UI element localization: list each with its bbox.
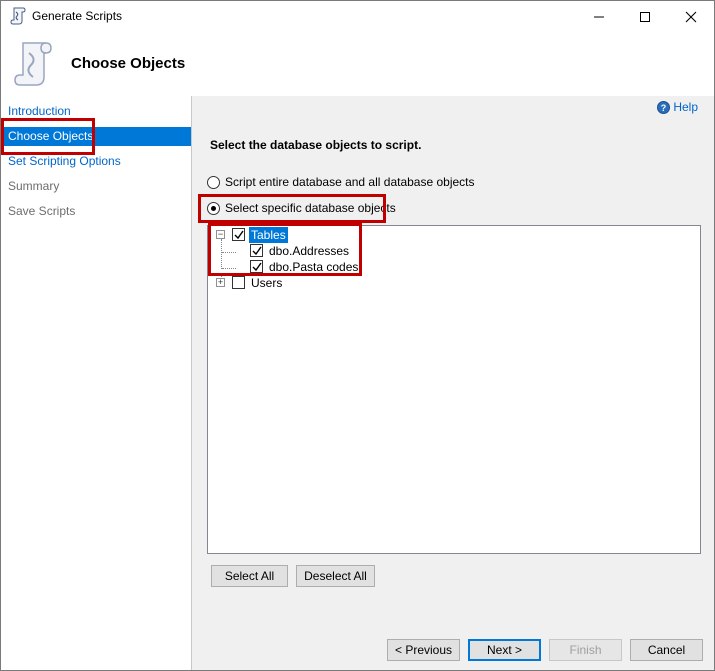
users-checkbox[interactable] xyxy=(232,276,245,289)
tree-node-label[interactable]: Tables xyxy=(249,227,288,243)
maximize-button[interactable] xyxy=(622,1,668,32)
tree-node-label[interactable]: Users xyxy=(251,275,282,291)
tree-node-dbo-pasta-codes[interactable]: dbo.Pasta codes xyxy=(208,259,368,275)
page-title: Choose Objects xyxy=(71,55,186,72)
wizard-header: Choose Objects xyxy=(1,32,714,96)
addresses-checkbox[interactable] xyxy=(250,244,263,257)
option-label: Script entire database and all database … xyxy=(225,175,475,189)
wizard-nav: Introduction Choose Objects Set Scriptin… xyxy=(1,96,192,670)
next-button[interactable]: Next > xyxy=(468,639,541,661)
object-tree[interactable]: − Tables dbo.Addresses dbo.Pasta codes +… xyxy=(207,225,701,554)
help-label: Help xyxy=(673,100,698,114)
finish-button: Finish xyxy=(549,639,622,661)
maximize-icon xyxy=(640,12,650,22)
nav-item-introduction[interactable]: Introduction xyxy=(1,102,191,121)
deselect-all-button[interactable]: Deselect All xyxy=(296,565,375,587)
pasta-codes-checkbox[interactable] xyxy=(250,260,263,273)
collapse-icon[interactable]: − xyxy=(216,230,225,239)
nav-item-choose-objects[interactable]: Choose Objects xyxy=(1,127,191,146)
expand-icon[interactable]: + xyxy=(216,278,225,287)
window-title: Generate Scripts xyxy=(32,9,123,23)
title-bar: Generate Scripts xyxy=(1,1,714,32)
nav-item-set-scripting-options[interactable]: Set Scripting Options xyxy=(1,152,191,171)
instructions-text: Select the database objects to script. xyxy=(210,138,422,152)
cancel-button[interactable]: Cancel xyxy=(630,639,703,661)
svg-text:?: ? xyxy=(661,103,667,113)
tree-node-label[interactable]: dbo.Pasta codes xyxy=(269,259,358,275)
previous-button[interactable]: < Previous xyxy=(387,639,460,661)
nav-item-save-scripts: Save Scripts xyxy=(8,204,76,218)
tree-node-users[interactable]: + Users xyxy=(208,275,348,291)
help-link[interactable]: ? Help xyxy=(657,100,698,115)
radio-button[interactable] xyxy=(207,176,220,189)
tables-checkbox[interactable] xyxy=(232,228,245,241)
tree-node-dbo-addresses[interactable]: dbo.Addresses xyxy=(208,243,368,259)
select-all-button[interactable]: Select All xyxy=(211,565,288,587)
close-button[interactable] xyxy=(668,1,714,32)
generate-scripts-window: Generate Scripts Choose Objects Introduc… xyxy=(0,0,715,671)
script-scroll-icon xyxy=(14,42,52,86)
help-icon: ? xyxy=(657,101,671,115)
checkmark-icon xyxy=(252,246,262,256)
minimize-icon xyxy=(594,16,604,18)
nav-item-summary: Summary xyxy=(8,179,60,193)
script-scroll-icon xyxy=(10,7,26,25)
tree-node-tables[interactable]: − Tables xyxy=(208,227,348,243)
close-icon xyxy=(685,11,697,23)
minimize-button[interactable] xyxy=(576,1,622,32)
tree-node-label[interactable]: dbo.Addresses xyxy=(269,243,349,259)
checkmark-icon xyxy=(252,262,262,272)
checkmark-icon xyxy=(234,230,244,240)
main-panel: ? Help Select the database objects to sc… xyxy=(193,96,714,670)
option-label: Select specific database objects xyxy=(225,201,396,215)
radio-button-selected[interactable] xyxy=(207,202,220,215)
